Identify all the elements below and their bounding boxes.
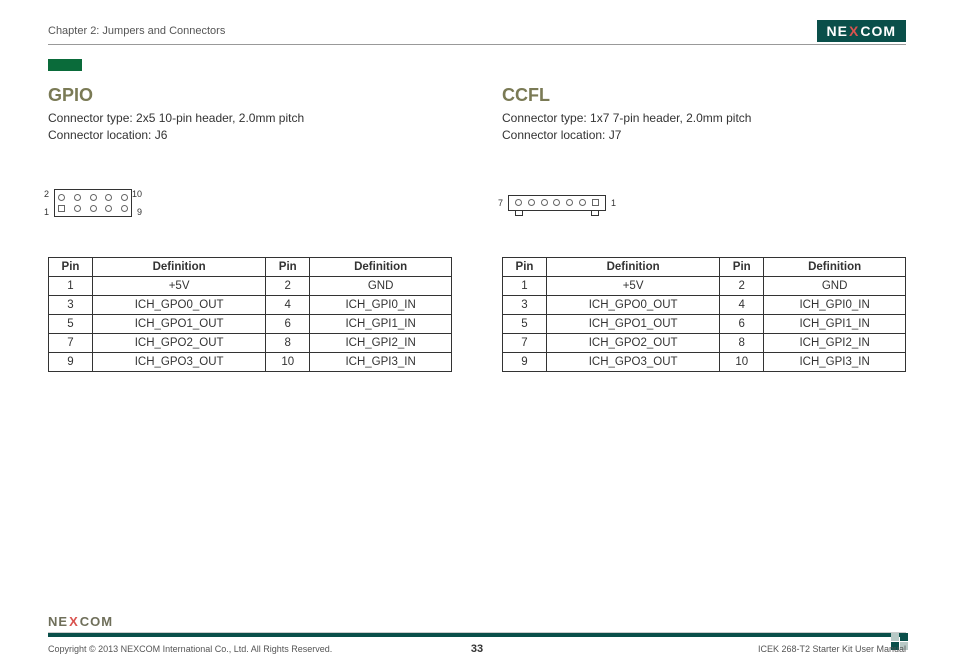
def-cell: ICH_GPI2_IN <box>764 333 906 352</box>
pin-label-7: 7 <box>498 198 503 208</box>
pin-cell: 5 <box>49 314 93 333</box>
def-cell: +5V <box>547 276 720 295</box>
th-def: Definition <box>764 257 906 276</box>
table-row: 7ICH_GPO2_OUT8ICH_GPI2_IN <box>503 333 906 352</box>
table-row: 1+5V2GND <box>49 276 452 295</box>
pin-cell: 8 <box>266 333 310 352</box>
page-number: 33 <box>471 643 483 655</box>
pin-cell: 9 <box>49 352 93 371</box>
th-pin: Pin <box>49 257 93 276</box>
pin-cell: 6 <box>720 314 764 333</box>
pin-label-10: 10 <box>132 189 142 199</box>
def-cell: ICH_GPI2_IN <box>310 333 452 352</box>
gpio-tbody: 1+5V2GND3ICH_GPO0_OUT4ICH_GPI0_IN5ICH_GP… <box>49 276 452 371</box>
ccfl-title: CCFL <box>502 85 906 106</box>
ccfl-pin-table: Pin Definition Pin Definition 1+5V2GND3I… <box>502 257 906 372</box>
page-footer: NEXCOM Copyright © 2013 NEXCOM Internati… <box>48 611 906 654</box>
def-cell: ICH_GPI1_IN <box>310 314 452 333</box>
th-def: Definition <box>93 257 266 276</box>
footer-logo: NEXCOM <box>48 614 113 629</box>
pin-label-2: 2 <box>44 189 49 199</box>
pin-label-9: 9 <box>137 207 142 217</box>
table-row: 3ICH_GPO0_OUT4ICH_GPI0_IN <box>503 295 906 314</box>
manual-title: ICEK 268-T2 Starter Kit User Manual <box>758 644 906 654</box>
brand-logo: NEXCOM <box>817 20 906 42</box>
def-cell: ICH_GPI0_IN <box>310 295 452 314</box>
table-row: 9ICH_GPO3_OUT10ICH_GPI3_IN <box>49 352 452 371</box>
def-cell: GND <box>764 276 906 295</box>
def-cell: ICH_GPO3_OUT <box>547 352 720 371</box>
th-def: Definition <box>547 257 720 276</box>
pin-cell: 2 <box>720 276 764 295</box>
pin-label-1: 1 <box>44 207 49 217</box>
gpio-conn-loc: Connector location: J6 <box>48 127 452 144</box>
gpio-section: GPIO Connector type: 2x5 10-pin header, … <box>48 85 452 372</box>
table-row: 5ICH_GPO1_OUT6ICH_GPI1_IN <box>503 314 906 333</box>
ccfl-diagram: 7 1 <box>508 195 628 211</box>
ccfl-section: CCFL Connector type: 1x7 7-pin header, 2… <box>502 85 906 372</box>
table-row: 7ICH_GPO2_OUT8ICH_GPI2_IN <box>49 333 452 352</box>
def-cell: ICH_GPO0_OUT <box>547 295 720 314</box>
th-pin: Pin <box>720 257 764 276</box>
pin-cell: 6 <box>266 314 310 333</box>
ccfl-tbody: 1+5V2GND3ICH_GPO0_OUT4ICH_GPI0_IN5ICH_GP… <box>503 276 906 371</box>
header-rule <box>48 44 906 45</box>
pin-cell: 5 <box>503 314 547 333</box>
pin-cell: 9 <box>503 352 547 371</box>
ccfl-conn-loc: Connector location: J7 <box>502 127 906 144</box>
pin-cell: 3 <box>503 295 547 314</box>
ccfl-description: Connector type: 1x7 7-pin header, 2.0mm … <box>502 110 906 145</box>
pin-cell: 3 <box>49 295 93 314</box>
th-def: Definition <box>310 257 452 276</box>
def-cell: ICH_GPO2_OUT <box>547 333 720 352</box>
pin-cell: 7 <box>49 333 93 352</box>
gpio-conn-type: Connector type: 2x5 10-pin header, 2.0mm… <box>48 110 452 127</box>
table-row: 3ICH_GPO0_OUT4ICH_GPI0_IN <box>49 295 452 314</box>
pin-cell: 4 <box>720 295 764 314</box>
def-cell: ICH_GPI3_IN <box>764 352 906 371</box>
def-cell: ICH_GPO3_OUT <box>93 352 266 371</box>
gpio-title: GPIO <box>48 85 452 106</box>
def-cell: +5V <box>93 276 266 295</box>
section-tab-icon <box>48 59 82 71</box>
th-pin: Pin <box>503 257 547 276</box>
def-cell: ICH_GPO1_OUT <box>93 314 266 333</box>
page-header: Chapter 2: Jumpers and Connectors NEXCOM <box>48 20 906 42</box>
chapter-label: Chapter 2: Jumpers and Connectors <box>48 25 225 37</box>
def-cell: ICH_GPI0_IN <box>764 295 906 314</box>
th-pin: Pin <box>266 257 310 276</box>
pin-cell: 4 <box>266 295 310 314</box>
pin-cell: 10 <box>266 352 310 371</box>
gpio-description: Connector type: 2x5 10-pin header, 2.0mm… <box>48 110 452 145</box>
def-cell: ICH_GPO2_OUT <box>93 333 266 352</box>
def-cell: GND <box>310 276 452 295</box>
ccfl-conn-type: Connector type: 1x7 7-pin header, 2.0mm … <box>502 110 906 127</box>
pin-cell: 8 <box>720 333 764 352</box>
pin-cell: 1 <box>503 276 547 295</box>
table-row: 5ICH_GPO1_OUT6ICH_GPI1_IN <box>49 314 452 333</box>
pin-cell: 1 <box>49 276 93 295</box>
def-cell: ICH_GPI1_IN <box>764 314 906 333</box>
def-cell: ICH_GPI3_IN <box>310 352 452 371</box>
gpio-pin-table: Pin Definition Pin Definition 1+5V2GND3I… <box>48 257 452 372</box>
copyright-text: Copyright © 2013 NEXCOM International Co… <box>48 644 332 654</box>
table-row: 1+5V2GND <box>503 276 906 295</box>
pin-label-1: 1 <box>611 198 616 208</box>
gpio-diagram: 2 10 1 9 <box>54 189 154 217</box>
pin-cell: 7 <box>503 333 547 352</box>
def-cell: ICH_GPO1_OUT <box>547 314 720 333</box>
pin-cell: 10 <box>720 352 764 371</box>
pin-cell: 2 <box>266 276 310 295</box>
table-row: 9ICH_GPO3_OUT10ICH_GPI3_IN <box>503 352 906 371</box>
def-cell: ICH_GPO0_OUT <box>93 295 266 314</box>
